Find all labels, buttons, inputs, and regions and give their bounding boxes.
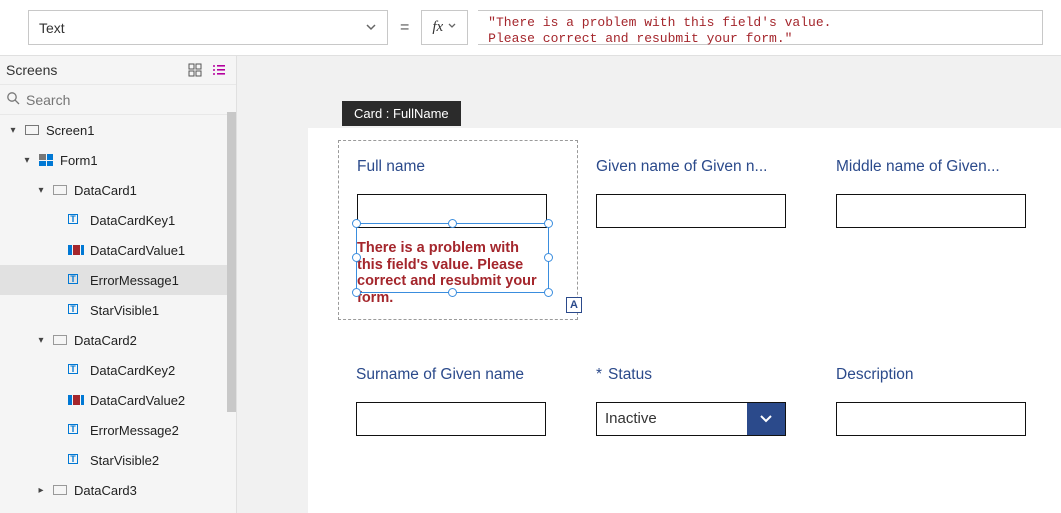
form-surface: Full name There is a problem with this f… (308, 128, 1061, 513)
resize-handle[interactable] (352, 288, 361, 297)
list-view-icon[interactable] (212, 63, 226, 77)
card-tooltip: Card : FullName (342, 101, 461, 126)
text-icon: T (68, 272, 84, 288)
resize-handle[interactable] (544, 253, 553, 262)
collapse-icon[interactable]: ▾ (36, 185, 46, 196)
collapse-icon[interactable]: ▾ (8, 125, 18, 136)
field-label: Given name of Given n... (596, 158, 794, 176)
screen-icon (24, 122, 40, 138)
tree-node-datacard2[interactable]: ▾ DataCard2 (0, 325, 236, 355)
fx-button[interactable]: fx (421, 10, 468, 45)
given-name-input[interactable] (596, 194, 786, 228)
card-icon (52, 182, 68, 198)
resize-handle[interactable] (544, 288, 553, 297)
collapse-icon[interactable]: ▾ (36, 335, 46, 346)
tree-node-form1[interactable]: ▾ Form1 (0, 145, 236, 175)
tree-node-datacard1[interactable]: ▾ DataCard1 (0, 175, 236, 205)
search-row (0, 85, 236, 115)
field-middle-name[interactable]: Middle name of Given... (818, 140, 1058, 320)
text-icon: T (68, 452, 84, 468)
scrollbar-thumb[interactable] (227, 112, 236, 412)
tree-node-datacard3[interactable]: ▸ DataCard3 (0, 475, 236, 505)
tree-node-errormessage2[interactable]: · T ErrorMessage2 (0, 415, 236, 445)
card-icon (52, 332, 68, 348)
expand-icon[interactable]: ▸ (36, 485, 46, 496)
description-input[interactable] (836, 402, 1026, 436)
text-icon: T (68, 362, 84, 378)
tree-node-datacardvalue1[interactable]: · DataCardValue1 (0, 235, 236, 265)
chevron-down-icon (447, 21, 457, 34)
field-label: Description (836, 366, 1034, 384)
resize-handle[interactable] (448, 288, 457, 297)
fx-icon: fx (432, 19, 443, 36)
chevron-down-icon[interactable] (747, 403, 785, 435)
formula-input[interactable]: "There is a problem with this field's va… (478, 10, 1043, 45)
value-icon (68, 242, 84, 258)
tree-node-errormessage1[interactable]: · T ErrorMessage1 (0, 265, 236, 295)
field-label: Middle name of Given... (836, 158, 1034, 176)
tree-header: Screens (0, 56, 236, 85)
text-icon: T (68, 302, 84, 318)
tree-panel: Screens ▾ Screen1 ▾ (0, 56, 237, 513)
tree-node-screen1[interactable]: ▾ Screen1 (0, 115, 236, 145)
resize-handle[interactable] (544, 219, 553, 228)
collapse-icon[interactable]: ▾ (22, 155, 32, 166)
tree-node-datacardkey2[interactable]: · T DataCardKey2 (0, 355, 236, 385)
field-full-name[interactable]: Full name There is a problem with this f… (338, 140, 578, 320)
property-dropdown-value: Text (39, 20, 65, 36)
field-description[interactable]: Description (818, 348, 1058, 448)
search-icon (6, 91, 20, 108)
field-label: Full name (357, 158, 553, 176)
value-icon (68, 392, 84, 408)
form-icon (38, 152, 54, 168)
resize-handle[interactable] (448, 219, 457, 228)
tree-node-starvisible2[interactable]: · T StarVisible2 (0, 445, 236, 475)
field-status[interactable]: *Status Inactive (578, 348, 818, 448)
field-label: *Status (596, 366, 794, 384)
grid-view-icon[interactable] (188, 63, 202, 77)
property-dropdown[interactable]: Text (28, 10, 388, 45)
tree: ▾ Screen1 ▾ Form1 ▾ DataCard1 · T DataCa… (0, 115, 236, 513)
field-surname[interactable]: Surname of Given name (338, 348, 578, 448)
tree-node-datacardkey1[interactable]: · T DataCardKey1 (0, 205, 236, 235)
tree-node-datacardvalue2[interactable]: · DataCardValue2 (0, 385, 236, 415)
middle-name-input[interactable] (836, 194, 1026, 228)
text-icon: T (68, 212, 84, 228)
tree-node-starvisible1[interactable]: · T StarVisible1 (0, 295, 236, 325)
card-icon (52, 482, 68, 498)
equals-label: = (398, 10, 411, 45)
resize-handle[interactable] (352, 253, 361, 262)
resize-handle[interactable] (352, 219, 361, 228)
status-select[interactable]: Inactive (596, 402, 786, 436)
formula-bar: Text = fx "There is a problem with this … (0, 0, 1061, 56)
chevron-down-icon (365, 20, 377, 36)
surname-input[interactable] (356, 402, 546, 436)
selection-overlay[interactable] (356, 223, 549, 293)
field-given-name[interactable]: Given name of Given n... (578, 140, 818, 320)
field-label: Surname of Given name (356, 366, 554, 384)
tree-title: Screens (6, 62, 57, 78)
text-icon: T (68, 422, 84, 438)
required-star: * (596, 366, 602, 383)
search-input[interactable] (26, 92, 230, 108)
status-value: Inactive (597, 403, 747, 435)
